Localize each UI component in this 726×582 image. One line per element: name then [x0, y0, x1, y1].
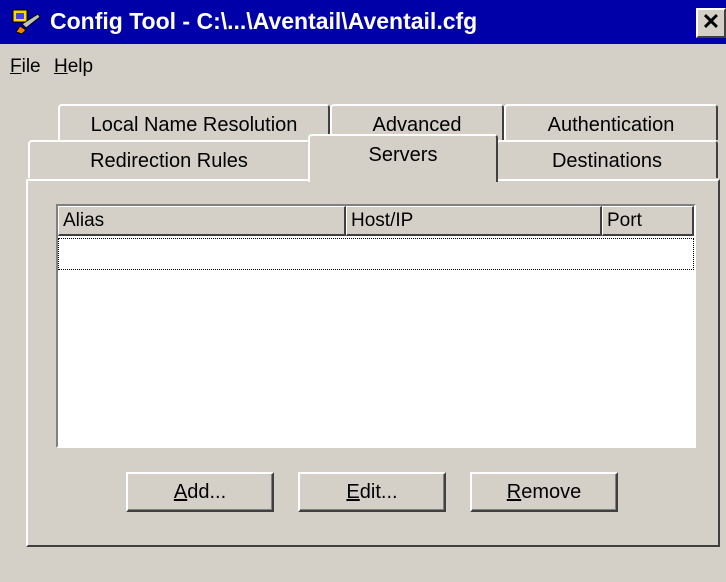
menu-help[interactable]: Help: [54, 54, 93, 80]
tab-destinations[interactable]: Destinations: [496, 140, 718, 178]
close-button[interactable]: ✕: [696, 8, 726, 38]
tab-local-name-resolution[interactable]: Local Name Resolution: [58, 104, 330, 140]
title-bar[interactable]: Config Tool - C:\...\Aventail\Aventail.c…: [0, 0, 726, 44]
tab-authentication[interactable]: Authentication: [504, 104, 718, 140]
menu-bar: File Help: [0, 50, 726, 84]
add-button[interactable]: Add...: [126, 472, 274, 512]
menu-file[interactable]: File: [10, 54, 41, 80]
window-title: Config Tool - C:\...\Aventail\Aventail.c…: [50, 8, 478, 34]
list-focus-row[interactable]: [58, 238, 694, 270]
column-header-port[interactable]: Port: [602, 206, 694, 236]
edit-button[interactable]: Edit...: [298, 472, 446, 512]
column-header-host-ip[interactable]: Host/IP: [346, 206, 602, 236]
tab-redirection-rules[interactable]: Redirection Rules: [28, 140, 310, 178]
tab-servers[interactable]: Servers: [308, 134, 498, 182]
app-icon: [12, 9, 41, 35]
column-header-alias[interactable]: Alias: [58, 206, 346, 236]
close-icon: ✕: [701, 9, 721, 34]
servers-list[interactable]: Alias Host/IP Port: [56, 204, 696, 448]
remove-button[interactable]: Remove: [470, 472, 618, 512]
